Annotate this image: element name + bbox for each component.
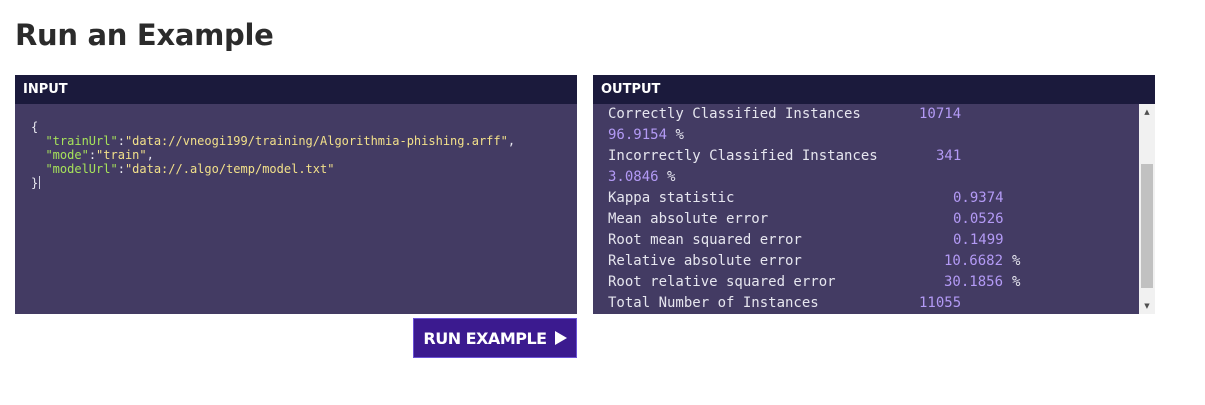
- json-key: "modelUrl": [45, 162, 118, 176]
- page-title: Run an Example: [15, 18, 274, 52]
- output-line: Total Number of Instances 11055: [593, 293, 1139, 314]
- input-panel-header: INPUT: [15, 75, 577, 104]
- output-line: Mean absolute error 0.0526: [593, 209, 1139, 230]
- json-value: "data://vneogi199/training/Algorithmia-p…: [124, 134, 508, 148]
- output-value: 0.1499: [953, 232, 1004, 248]
- output-line: Kappa statistic 0.9374: [593, 188, 1139, 209]
- output-value: 11055: [919, 295, 962, 311]
- output-label: Mean absolute error: [608, 211, 769, 227]
- output-value: 0.0526: [953, 211, 1004, 227]
- output-unit: %: [667, 169, 676, 185]
- output-value: 0.9374: [953, 190, 1004, 206]
- output-label: Total Number of Instances: [608, 295, 819, 311]
- output-value: 3.0846: [608, 169, 659, 185]
- output-panel-header: OUTPUT: [593, 75, 1155, 104]
- output-unit: %: [675, 127, 684, 143]
- output-label: Correctly Classified Instances: [608, 106, 861, 122]
- output-panel: OUTPUT Correctly Classified Instances 107…: [593, 75, 1155, 314]
- output-value: 10.6682: [944, 253, 1004, 269]
- json-open-brace: {: [31, 120, 39, 134]
- output-label: Root relative squared error: [608, 274, 836, 290]
- json-comma: ,: [146, 148, 154, 162]
- output-unit: %: [1012, 253, 1021, 269]
- text-cursor: [39, 176, 41, 189]
- output-value: 96.9154: [608, 127, 668, 143]
- json-value: "data://.algo/temp/model.txt": [124, 162, 335, 176]
- output-line: Incorrectly Classified Instances 341: [593, 146, 1139, 167]
- output-text-area[interactable]: Correctly Classified Instances 10714 96.9…: [593, 104, 1139, 314]
- json-close-brace: }: [31, 176, 39, 190]
- output-line: Relative absolute error 10.6682%: [593, 251, 1139, 272]
- scroll-down-arrow-icon[interactable]: ▼: [1139, 299, 1155, 313]
- json-value: "train": [96, 148, 147, 162]
- output-line: Root mean squared error 0.1499: [593, 230, 1139, 251]
- scroll-up-arrow-icon[interactable]: ▲: [1139, 105, 1155, 119]
- output-value: 10714: [919, 106, 962, 122]
- output-label: Incorrectly Classified Instances: [608, 148, 878, 164]
- output-line: Root relative squared error 30.1856%: [593, 272, 1139, 293]
- json-key: "trainUrl": [45, 134, 118, 148]
- output-line: 96.9154 %: [593, 125, 1139, 146]
- output-value: 341: [936, 148, 962, 164]
- run-example-label: RUN EXAMPLE: [423, 328, 547, 348]
- output-unit: %: [1012, 274, 1021, 290]
- run-example-button[interactable]: RUN EXAMPLE: [413, 318, 577, 358]
- output-label: Root mean squared error: [608, 232, 802, 248]
- json-comma: ,: [507, 134, 516, 148]
- play-icon: [554, 331, 567, 345]
- scrollbar-thumb[interactable]: [1141, 164, 1153, 288]
- input-panel: INPUT { "trainUrl":"data://vneogi199/tra…: [15, 75, 577, 314]
- output-label: Relative absolute error: [608, 253, 802, 269]
- output-line: Correctly Classified Instances 10714: [593, 104, 1139, 125]
- input-code-editor[interactable]: { "trainUrl":"data://vneogi199/training/…: [15, 104, 577, 190]
- output-scrollbar[interactable]: ▲ ▼: [1139, 104, 1155, 314]
- output-line: 3.0846 %: [593, 167, 1139, 188]
- output-label: Kappa statistic: [608, 190, 735, 206]
- output-value: 30.1856: [944, 274, 1004, 290]
- json-key: "mode": [45, 148, 89, 162]
